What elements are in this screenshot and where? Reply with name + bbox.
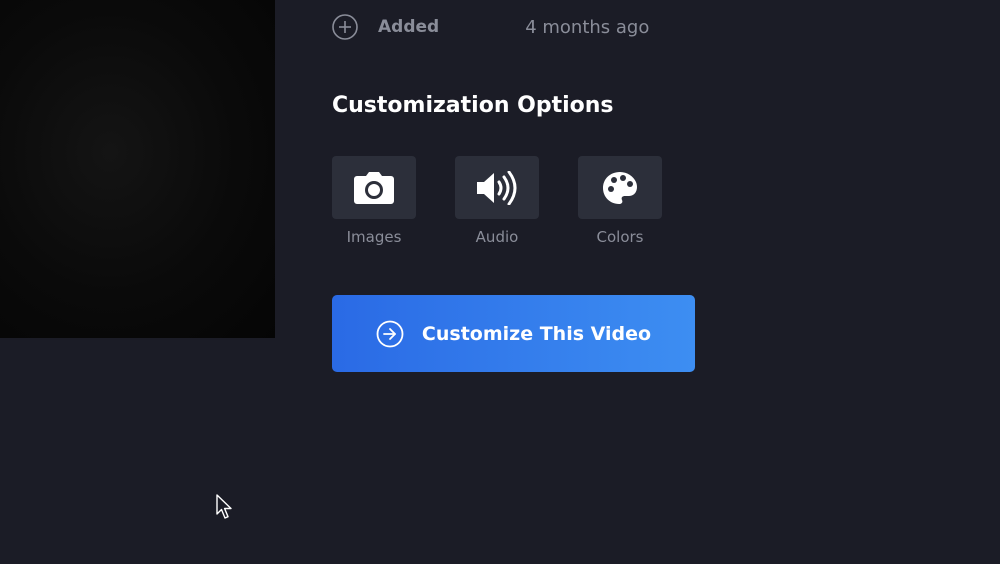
option-audio[interactable]: Audio [455, 156, 539, 246]
option-tile-colors[interactable] [578, 156, 662, 219]
option-label-audio: Audio [475, 228, 519, 246]
option-images[interactable]: Images [332, 156, 416, 246]
option-tile-audio[interactable] [455, 156, 539, 219]
customization-options-title: Customization Options [332, 93, 614, 118]
option-label-colors: Colors [596, 228, 644, 246]
option-label-images: Images [346, 228, 402, 246]
added-label: Added [378, 17, 440, 37]
plus-circle-icon[interactable] [332, 14, 358, 40]
customization-options: Images Audio Colors [332, 156, 662, 246]
video-preview[interactable] [0, 0, 275, 338]
arrow-circle-right-icon [376, 320, 404, 347]
palette-icon [603, 171, 637, 204]
added-status: Added 4 months ago [332, 12, 649, 42]
option-colors[interactable]: Colors [578, 156, 662, 246]
camera-icon [354, 171, 394, 204]
customize-video-button[interactable]: Customize This Video [332, 295, 695, 372]
added-time: 4 months ago [525, 16, 650, 38]
mouse-cursor-icon [216, 494, 232, 519]
speaker-icon [477, 170, 517, 205]
option-tile-images[interactable] [332, 156, 416, 219]
customize-video-label: Customize This Video [421, 322, 652, 345]
